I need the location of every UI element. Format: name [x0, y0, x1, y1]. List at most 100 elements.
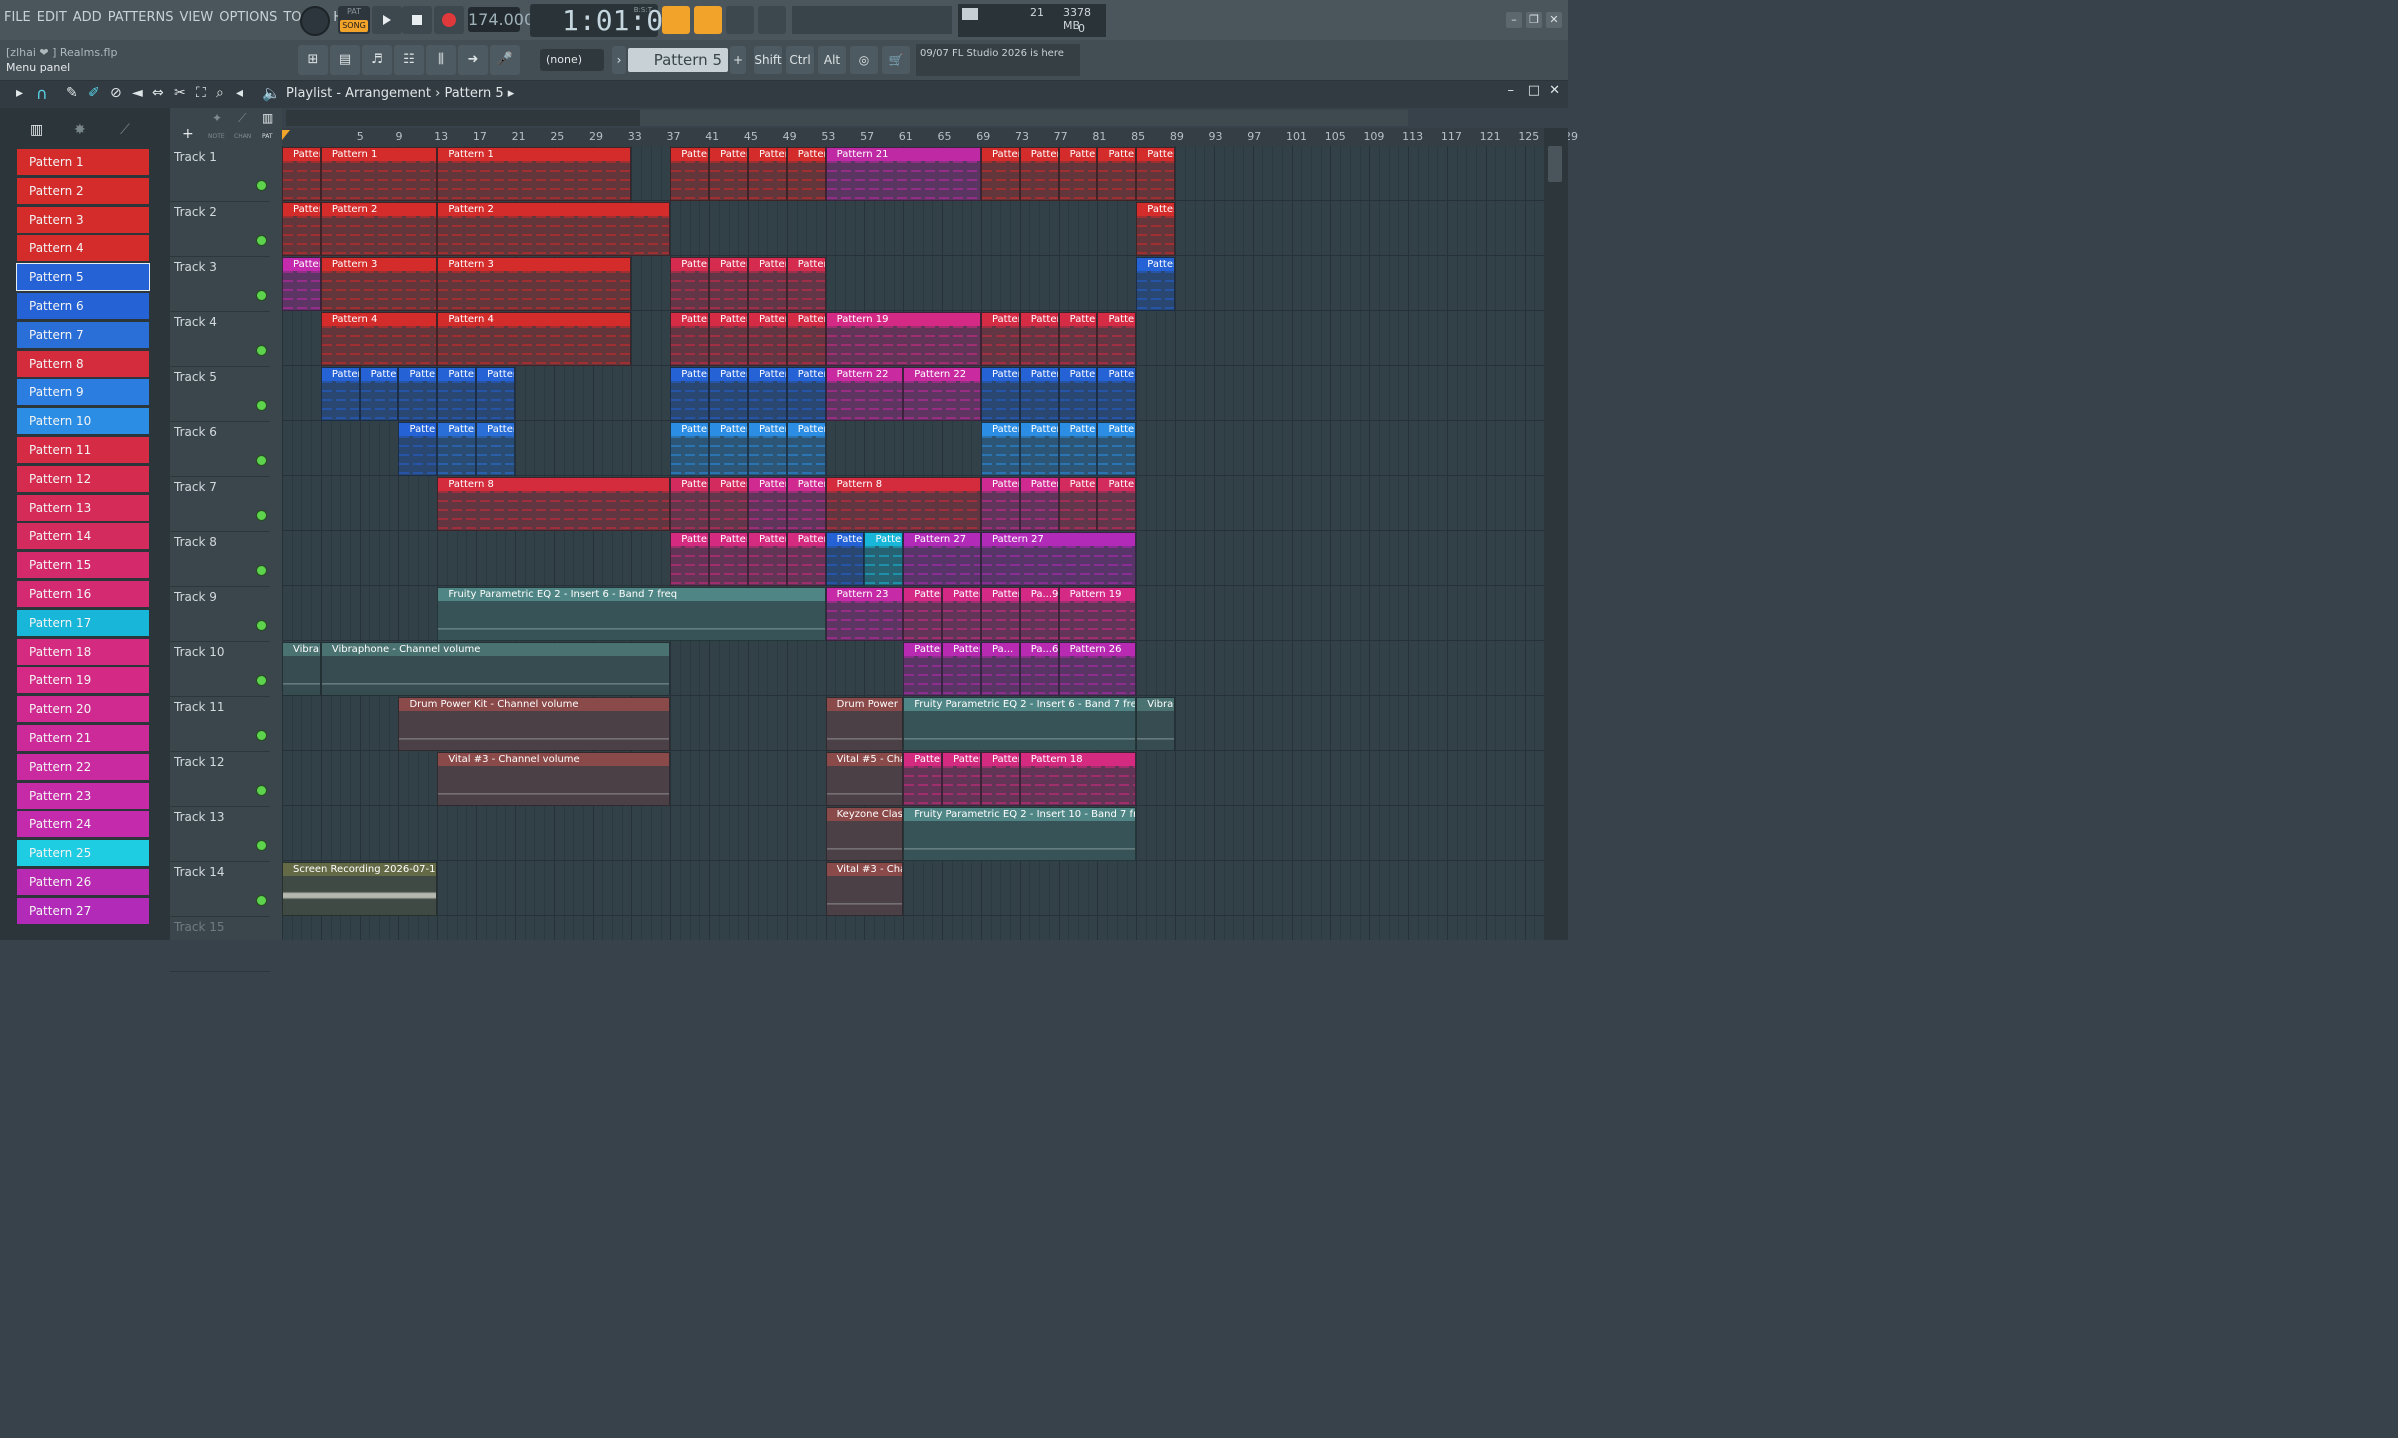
menu-item-add[interactable]: ADD [73, 10, 102, 25]
mute-tool-icon[interactable]: ◄ [132, 85, 143, 101]
playlist-clip[interactable]: Fruity Parametric EQ 2 - Insert 6 - Band… [437, 587, 826, 641]
playlist-clip[interactable]: Pattern 3 [320, 257, 438, 311]
playlist-clip[interactable]: Pattern 21 [825, 147, 981, 201]
stop-button[interactable] [402, 6, 432, 34]
channel-rack-button[interactable]: ▤ [330, 45, 360, 75]
pattern-item[interactable]: Pattern 23 [17, 782, 149, 809]
pattern-item[interactable]: Pattern 11 [17, 437, 149, 463]
pattern-item[interactable]: Pattern 16 [17, 581, 149, 607]
record-button[interactable] [434, 6, 464, 34]
picker-audio-icon[interactable]: ✸ [74, 122, 86, 138]
track-header[interactable]: Track 10 [170, 641, 270, 697]
track-header[interactable]: Track 8 [170, 531, 270, 587]
pattern-item[interactable]: Pattern 19 [17, 667, 149, 694]
track-enable-icon[interactable] [256, 785, 267, 796]
draw-tool-icon[interactable]: ✎ [66, 85, 78, 101]
track-header[interactable]: Track 9 [170, 586, 270, 642]
pattern-item[interactable]: Pattern 20 [17, 696, 149, 723]
playlist-clip[interactable]: Pattern 5 [670, 367, 710, 421]
track-enable-icon[interactable] [256, 180, 267, 191]
pattern-item[interactable]: Pattern 4 [17, 235, 149, 262]
playlist-clip[interactable]: Pattern 11 [747, 312, 787, 366]
playlist-clip[interactable]: Pa...6 [1019, 642, 1059, 696]
speaker-icon[interactable]: 🔈 [262, 84, 281, 102]
playlist-clip[interactable]: Pattern 10 [709, 422, 748, 476]
playlist-clip[interactable]: Pattern 20 [980, 477, 1020, 531]
playlist-clip[interactable]: Pattern 7 [476, 422, 515, 476]
playlist-clip[interactable]: Pattern 14 [709, 477, 748, 531]
playlist-clip[interactable]: Pattern 5 [747, 367, 787, 421]
pattern-item[interactable]: Pattern 13 [17, 494, 149, 521]
playlist-clip[interactable]: Pattern 11 [709, 312, 748, 366]
playlist-clip[interactable]: Pattern 1 [786, 147, 826, 201]
playlist-clip[interactable]: Pattern 26 [903, 642, 943, 696]
piano-roll-button[interactable]: ♬ [362, 45, 392, 75]
playlist-clip[interactable]: Pattern 8 [437, 477, 671, 531]
playlist-clip[interactable]: Pattern 11 [980, 312, 1020, 366]
playlist-clip[interactable]: Pattern 12 [709, 257, 748, 311]
pat-song-toggle[interactable]: PAT SONG [338, 6, 370, 34]
ctrl-button[interactable]: Ctrl [786, 46, 814, 74]
playlist-overview-scrollbar[interactable] [286, 110, 1408, 126]
playlist-clip[interactable]: Pattern 1 [670, 147, 710, 201]
playlist-clip[interactable]: Pattern 10 [980, 422, 1020, 476]
pattern-item[interactable]: Pattern 18 [17, 638, 149, 665]
playlist-clip[interactable]: Pattern 27 [903, 532, 981, 586]
playlist-clip[interactable]: Vibrap..volume [1136, 697, 1176, 751]
playlist-clip[interactable]: Pattern 5 [1136, 257, 1176, 311]
playlist-clip[interactable]: Pattern 1 [1019, 147, 1059, 201]
playlist-clip[interactable]: Drum Power Kit - Channel volume [398, 697, 671, 751]
vertical-scrollbar[interactable] [1544, 128, 1568, 940]
playlist-clip[interactable]: Pa...9 [1019, 587, 1059, 641]
microphone-icon[interactable]: 🎤 [490, 45, 520, 75]
playlist-clip[interactable]: Pattern 10 [670, 422, 710, 476]
picker-automation-icon[interactable]: ⟋ [120, 122, 130, 138]
playlist-clip[interactable]: Pattern 23 [825, 587, 904, 641]
restore-icon[interactable]: ❐ [1526, 12, 1542, 28]
playlist-clip[interactable]: Pa... [980, 642, 1020, 696]
magnet-icon[interactable]: ∩ [36, 84, 48, 103]
track-header[interactable]: Track 6 [170, 421, 270, 477]
playlist-close-icon[interactable]: ✕ [1549, 83, 1560, 98]
playlist-clip[interactable]: Pattern 3 [1136, 147, 1176, 201]
track-enable-icon[interactable] [256, 510, 267, 521]
playhead-icon[interactable] [282, 130, 292, 142]
playlist-minimize-icon[interactable]: – [1508, 83, 1515, 98]
loop-record-button[interactable] [726, 6, 754, 34]
pattern-item[interactable]: Pattern 14 [17, 523, 149, 550]
playlist-clip[interactable]: Pattern 27 [980, 532, 1137, 586]
playlist-clip[interactable]: Pattern 10 [1097, 422, 1137, 476]
playlist-clip[interactable]: Pattern 12 [747, 257, 787, 311]
pattern-item[interactable]: Pattern 17 [17, 609, 149, 636]
playlist-clip[interactable]: Pattern 2 [320, 202, 438, 256]
vertical-scroll-thumb[interactable] [1548, 146, 1562, 182]
playlist-clip[interactable]: Pattern 12 [670, 257, 710, 311]
playlist-maximize-icon[interactable]: □ [1528, 83, 1540, 98]
playlist-clip[interactable]: Vital #5 - Channel volume #2 [825, 752, 904, 806]
playlist-clip[interactable]: Vibrap..volume [282, 642, 321, 696]
playlist-clip[interactable]: Drum Power Kit...annel volume #3 [825, 697, 904, 751]
track-enable-icon[interactable] [256, 455, 267, 466]
playlist-clip[interactable]: Pattern 18 [709, 532, 748, 586]
playlist-clip[interactable]: Pattern 3 [437, 257, 632, 311]
playlist-clip[interactable]: Pattern 1 [747, 147, 787, 201]
track-enable-icon[interactable] [256, 840, 267, 851]
playlist-clip[interactable]: Pattern 4 [437, 312, 632, 366]
playlist-clip[interactable]: Pattern 1 [1058, 147, 1098, 201]
timeline-ruler[interactable]: 5 9 13 17 21 25 29 33 37 41 45 49 53 57 61 65 69 73 77 81 85… [282, 128, 1578, 146]
pattern-item[interactable]: Pattern 25 [17, 840, 149, 867]
zoom-tool-icon[interactable]: ⌕ [216, 85, 224, 101]
track-header[interactable]: Track 13 [170, 806, 270, 862]
playlist-clip[interactable]: Pattern 19 [942, 587, 981, 641]
playlist-clip[interactable]: Vibraphone - Channel volume [320, 642, 671, 696]
playlist-clip[interactable]: Pattern 5 [1058, 367, 1098, 421]
playlist-clip[interactable]: Pattern 18 [903, 752, 943, 806]
playlist-clip[interactable]: Pattern 20 [1019, 477, 1059, 531]
track-header[interactable]: Track 1 [170, 146, 270, 202]
track-header[interactable]: Track 5 [170, 366, 270, 422]
playlist-clip[interactable]: Pattern 17 [864, 532, 904, 586]
pattern-item[interactable]: Pattern 27 [17, 897, 149, 924]
track-enable-icon[interactable] [256, 675, 267, 686]
delete-tool-icon[interactable]: ⊘ [110, 85, 122, 101]
metronome-button[interactable] [758, 6, 786, 34]
